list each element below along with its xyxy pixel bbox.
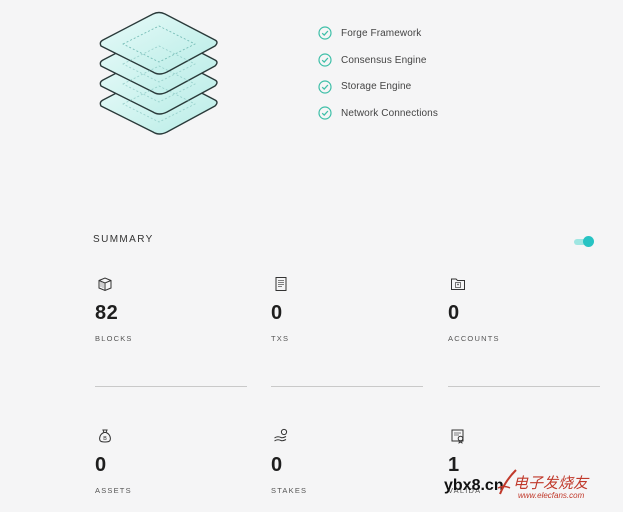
- stat-blocks[interactable]: 82 BLOCKS: [95, 276, 247, 388]
- status-storage-engine: Storage Engine: [318, 73, 438, 100]
- status-network-connections: Network Connections: [318, 100, 438, 127]
- divider: [271, 386, 423, 387]
- watermark-logo: ybx8.cn 电子发烧友 www.elecfans.com: [438, 462, 623, 512]
- stat-label: STAKES: [271, 486, 308, 495]
- watermark-brand: 电子发烧友: [513, 474, 589, 492]
- stat-label: ASSETS: [95, 486, 132, 495]
- stat-accounts[interactable]: 0 ACCOUNTS: [448, 276, 600, 388]
- divider: [448, 386, 600, 387]
- status-forge-framework: Forge Framework: [318, 20, 438, 47]
- watermark-url: www.elecfans.com: [518, 491, 585, 500]
- watermark-text: ybx8.cn: [444, 477, 504, 494]
- stat-txs[interactable]: 0 TXS: [271, 276, 423, 388]
- hand-coin-icon: [274, 428, 288, 442]
- check-circle-icon: [318, 26, 332, 40]
- status-label: Forge Framework: [341, 27, 422, 39]
- cube-icon: [98, 277, 112, 292]
- stat-value: 82: [95, 302, 119, 324]
- divider: [95, 386, 247, 387]
- service-status-list: Forge Framework Consensus Engine Storage…: [318, 20, 438, 127]
- folder-user-icon: [451, 278, 465, 290]
- stat-label: ACCOUNTS: [448, 334, 500, 343]
- money-bag-icon: B: [99, 429, 111, 443]
- receipt-icon: [275, 277, 287, 291]
- toggle-knob: [583, 236, 594, 247]
- summary-title: SUMMARY: [93, 234, 154, 245]
- stat-value: 0: [448, 302, 460, 324]
- summary-toggle[interactable]: [574, 236, 594, 247]
- check-circle-icon: [318, 106, 332, 121]
- stat-value: 0: [95, 454, 107, 476]
- layers-stack-icon: [99, 11, 218, 135]
- stat-value: 0: [271, 454, 283, 476]
- stat-assets[interactable]: B 0 ASSETS: [95, 428, 247, 512]
- check-circle-icon: [318, 80, 332, 94]
- status-consensus-engine: Consensus Engine: [318, 47, 438, 74]
- certificate-icon: [451, 429, 464, 444]
- status-label: Consensus Engine: [341, 54, 427, 66]
- stat-label: TXS: [271, 334, 290, 343]
- status-label: Storage Engine: [341, 81, 412, 93]
- svg-text:B: B: [103, 436, 107, 442]
- check-circle-icon: [318, 53, 332, 67]
- stat-value: 0: [271, 302, 283, 324]
- status-label: Network Connections: [341, 107, 438, 119]
- stat-label: BLOCKS: [95, 334, 133, 343]
- stat-stakes[interactable]: 0 STAKES: [271, 428, 423, 512]
